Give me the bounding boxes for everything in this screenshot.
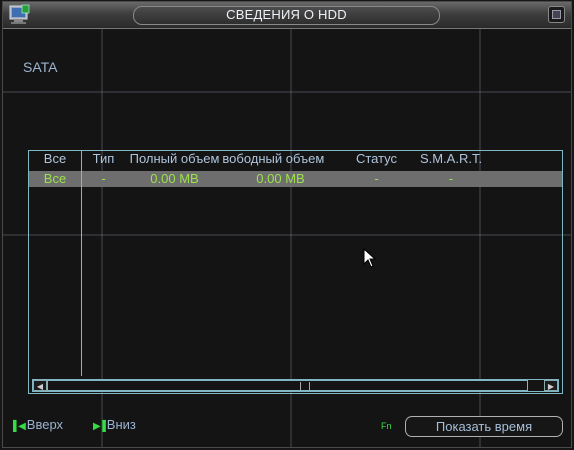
table-row[interactable]: Все - 0.00 MB 0.00 MB - - xyxy=(29,171,562,187)
col-header-type[interactable]: Тип xyxy=(81,151,126,171)
page-up-button[interactable]: ▌◀ Вверх xyxy=(13,417,63,432)
cell-free: 0.00 MB xyxy=(256,171,305,186)
page-down-button[interactable]: ▶▐ Вниз xyxy=(93,417,136,432)
cell-spacer xyxy=(487,171,562,187)
skip-prev-icon: ▌◀ xyxy=(13,421,26,432)
fn-key-label: Fn xyxy=(381,421,392,431)
hdd-info-icon xyxy=(9,4,30,24)
cell-smart: - xyxy=(448,171,454,186)
sata-label: SATA xyxy=(23,59,58,75)
grid-line xyxy=(3,91,571,93)
col-header-all[interactable]: Все xyxy=(29,151,81,171)
window-title: СВЕДЕНИЯ О HDD xyxy=(226,7,347,22)
col-header-smart[interactable]: S.M.A.R.T. xyxy=(415,151,487,171)
horizontal-scrollbar[interactable]: ◀ ▶ xyxy=(32,379,559,392)
cell-total: 0.00 MB xyxy=(150,171,199,186)
close-icon xyxy=(552,10,561,19)
mouse-cursor-icon xyxy=(363,248,377,268)
col-header-total[interactable]: Полный объем xyxy=(126,151,223,171)
skip-next-icon: ▶▐ xyxy=(93,421,106,432)
cell-status: - xyxy=(374,171,379,186)
hdd-table: Все Тип Полный объем Свободный объем Ста… xyxy=(28,150,563,394)
show-time-button[interactable]: Показать время xyxy=(405,416,563,437)
table-header: Все Тип Полный объем Свободный объем Ста… xyxy=(29,151,562,171)
scroll-left-icon[interactable]: ◀ xyxy=(33,380,47,391)
scroll-right-icon[interactable]: ▶ xyxy=(544,380,558,391)
col-header-status[interactable]: Статус xyxy=(338,151,415,171)
page-up-label: Вверх xyxy=(26,417,64,432)
column-divider xyxy=(81,151,82,376)
grip-icon xyxy=(300,382,310,390)
cell-type: - xyxy=(101,171,106,186)
hdd-info-window: СВЕДЕНИЯ О HDD SATA Все Тип Полный объем… xyxy=(2,1,572,448)
cell-all: Все xyxy=(43,171,67,186)
col-header-free[interactable]: Свободный объем xyxy=(223,151,338,171)
scroll-thumb[interactable] xyxy=(47,380,528,391)
close-button[interactable] xyxy=(548,6,565,23)
col-header-spacer xyxy=(487,151,562,171)
page-down-label: Вниз xyxy=(106,417,136,432)
title-bar: СВЕДЕНИЯ О HDD xyxy=(3,2,571,29)
